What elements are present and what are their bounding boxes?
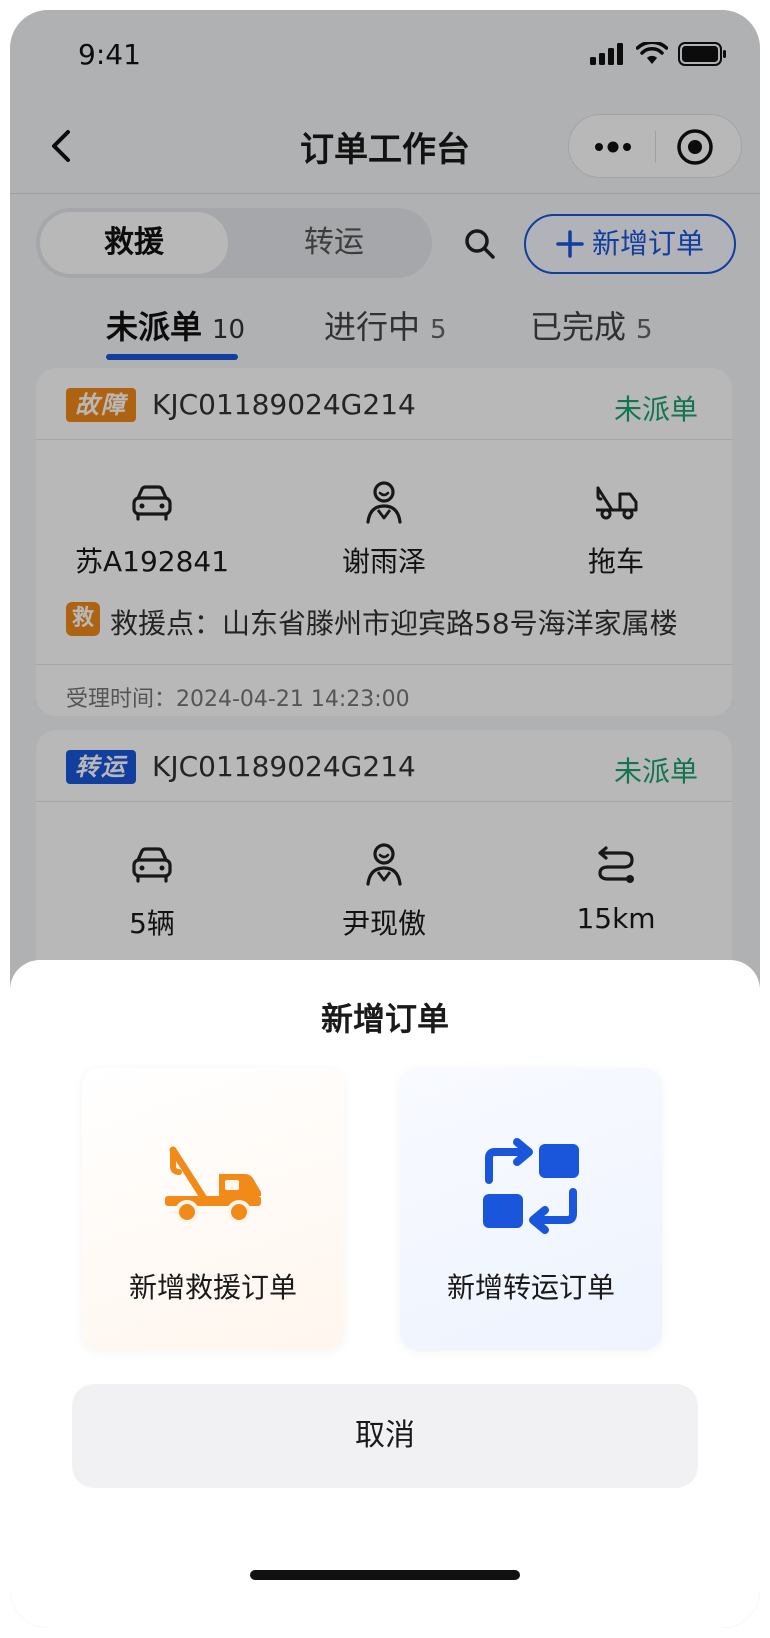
home-indicator	[250, 1570, 520, 1580]
tow-truck-icon	[165, 1146, 261, 1224]
cancel-button[interactable]: 取消	[72, 1384, 698, 1488]
transfer-icon	[483, 1138, 579, 1234]
phone-screen: 9:41 订单工作台 救援 转运 新增订单 未派单 10 进行中 5 已完成 5…	[10, 10, 760, 1628]
sheet-title: 新增订单	[320, 1000, 449, 1038]
add-rescue-order-label: 新增救援订单	[128, 1271, 297, 1304]
add-order-sheet: 新增订单 新增救援订单 新增转运订单 取消	[10, 960, 760, 1628]
add-transfer-order-label: 新增转运订单	[446, 1271, 615, 1304]
add-rescue-order-option[interactable]: 新增救援订单	[82, 1068, 344, 1350]
add-transfer-order-option[interactable]: 新增转运订单	[400, 1068, 662, 1350]
